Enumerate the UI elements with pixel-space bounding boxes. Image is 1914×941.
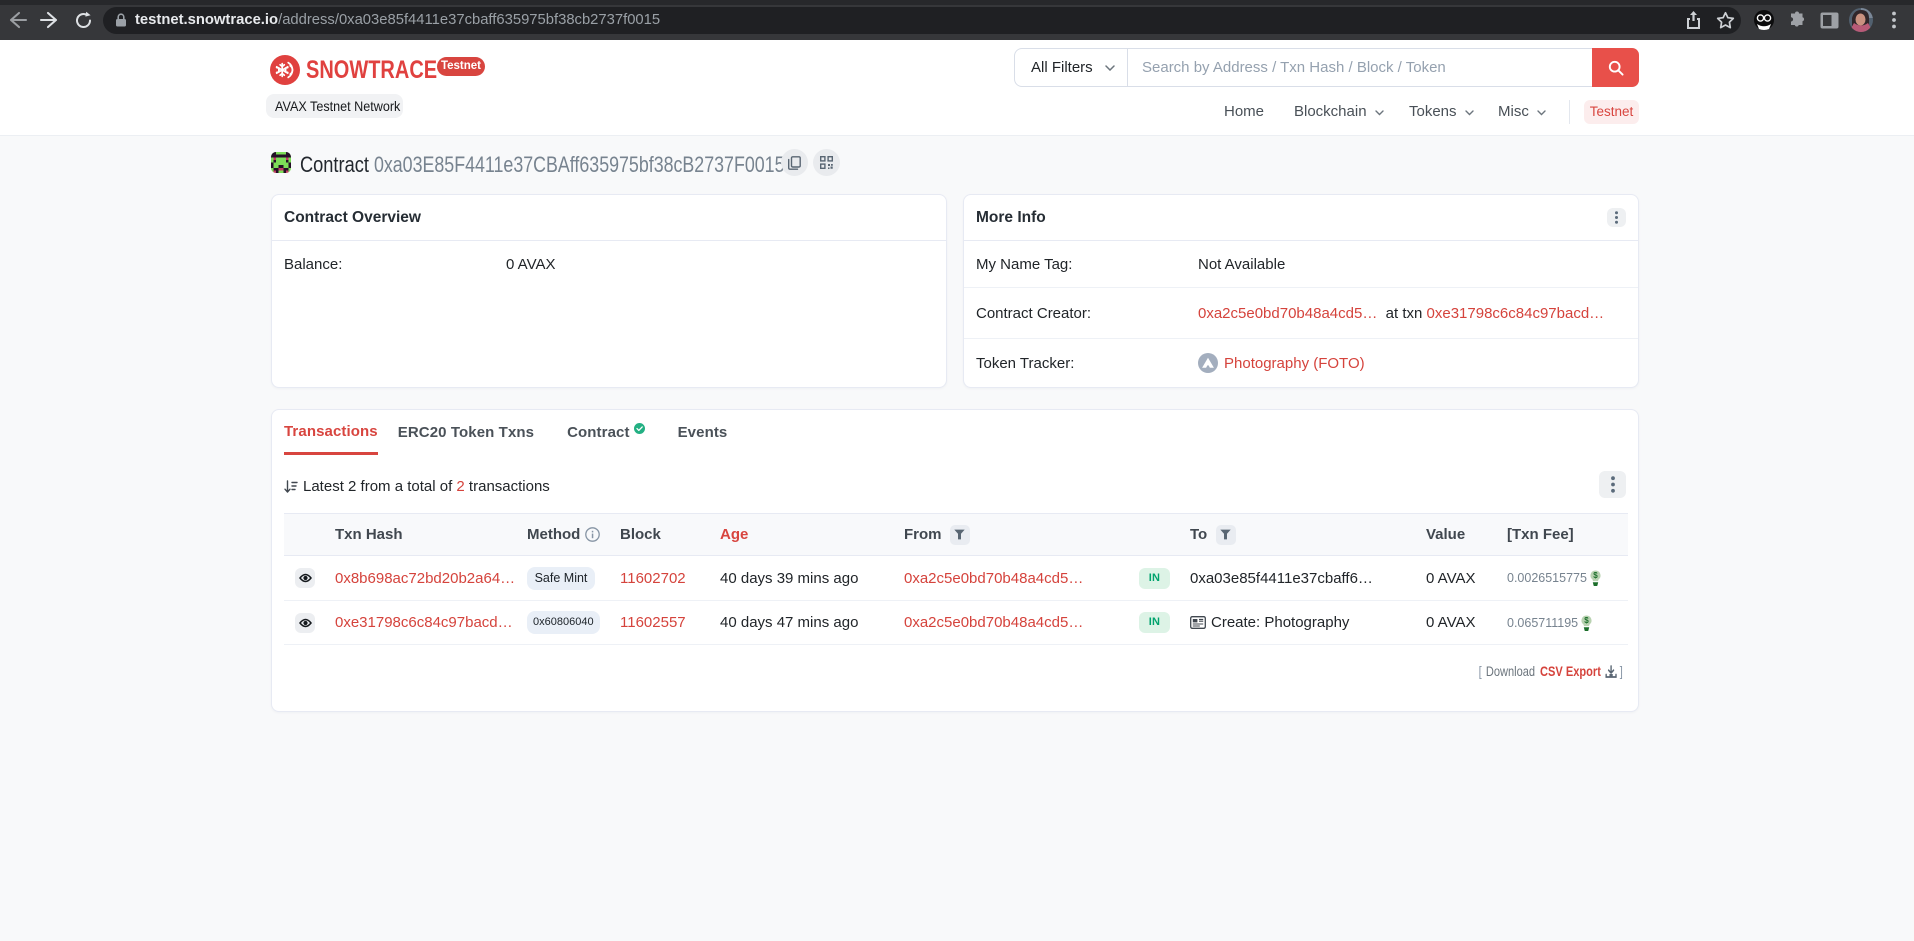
svg-text:$: $ — [1593, 571, 1598, 580]
svg-text:$: $ — [1584, 616, 1589, 625]
